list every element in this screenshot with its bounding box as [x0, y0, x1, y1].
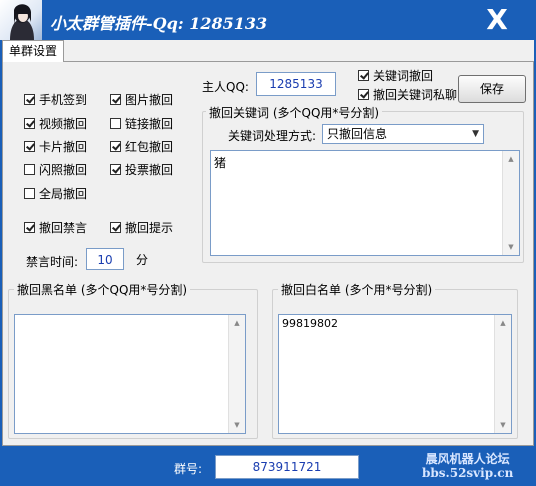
- keyword-group-title: 撤回关键词 (多个QQ用*号分割): [206, 104, 383, 121]
- chevron-down-icon[interactable]: ▼: [472, 125, 479, 143]
- checkbox-box[interactable]: [24, 94, 35, 105]
- keyword-scrollbar[interactable]: ▲ ▼: [502, 151, 519, 255]
- whitelist-group-title: 撤回白名单 (多个用*号分割): [278, 281, 436, 298]
- avatar-image: [10, 4, 34, 40]
- blacklist-textarea[interactable]: ▲ ▼: [14, 314, 246, 434]
- checkbox-box[interactable]: [358, 89, 369, 100]
- watermark: 晨风机器人论坛 bbs.52svip.cn: [422, 452, 513, 480]
- checkbox-flashphoto-recall[interactable]: 闪照撤回: [24, 161, 87, 178]
- keyword-method-value: 只撤回信息: [327, 127, 388, 141]
- whitelist-text: 99819802: [282, 317, 338, 330]
- checkbox-link-recall[interactable]: 链接撤回: [110, 115, 173, 132]
- scroll-down-icon[interactable]: ▼: [503, 239, 519, 255]
- checkbox-keyword-recall[interactable]: 关键词撤回: [358, 67, 433, 84]
- tab-single-group-settings[interactable]: 单群设置: [2, 40, 64, 62]
- checkbox-label: 撤回禁言: [39, 221, 88, 235]
- keyword-text: 猪: [214, 156, 227, 170]
- scroll-up-icon[interactable]: ▲: [495, 315, 511, 331]
- checkbox-label: 撤回关键词私聊: [373, 88, 458, 102]
- checkbox-box[interactable]: [24, 164, 35, 175]
- checkbox-box[interactable]: [24, 118, 35, 129]
- checkbox-label: 撤回提示: [125, 221, 174, 235]
- whitelist-scrollbar[interactable]: ▲ ▼: [494, 315, 511, 433]
- keyword-method-label: 关键词处理方式:: [228, 129, 317, 143]
- checkbox-image-recall[interactable]: 图片撤回: [110, 91, 173, 108]
- checkbox-global-recall[interactable]: 全局撤回: [24, 185, 87, 202]
- checkbox-box[interactable]: [110, 141, 121, 152]
- checkbox-label: 红包撤回: [125, 140, 174, 154]
- close-button[interactable]: X: [482, 3, 512, 37]
- checkbox-label: 闪照撤回: [39, 163, 88, 177]
- keyword-method-select[interactable]: 只撤回信息 ▼: [322, 124, 484, 144]
- watermark-line1: 晨风机器人论坛: [425, 452, 510, 466]
- blacklist-scrollbar[interactable]: ▲ ▼: [228, 315, 245, 433]
- checkbox-label: 图片撤回: [125, 93, 174, 107]
- scroll-down-icon[interactable]: ▼: [495, 417, 511, 433]
- checkbox-label: 链接撤回: [125, 117, 174, 131]
- checkbox-card-recall[interactable]: 卡片撤回: [24, 138, 87, 155]
- checkbox-video-recall[interactable]: 视频撤回: [24, 115, 87, 132]
- checkbox-keyword-private[interactable]: 撤回关键词私聊: [358, 86, 457, 103]
- checkbox-label: 投票撤回: [125, 163, 174, 177]
- checkbox-box[interactable]: [24, 141, 35, 152]
- checkbox-box[interactable]: [110, 118, 121, 129]
- whitelist-textarea[interactable]: 99819802 ▲ ▼: [278, 314, 512, 434]
- scroll-up-icon[interactable]: ▲: [229, 315, 245, 331]
- owner-qq-input[interactable]: 1285133: [256, 72, 336, 96]
- checkbox-box[interactable]: [110, 94, 121, 105]
- group-number-label: 群号:: [174, 462, 203, 476]
- checkbox-box[interactable]: [24, 222, 35, 233]
- save-button[interactable]: 保存: [458, 75, 526, 103]
- avatar: [0, 0, 42, 40]
- window-title: 小太群管插件-Qq: 1285133: [50, 14, 268, 33]
- checkbox-box[interactable]: [24, 188, 35, 199]
- scroll-down-icon[interactable]: ▼: [229, 417, 245, 433]
- checkbox-box[interactable]: [110, 164, 121, 175]
- checkbox-redpacket-recall[interactable]: 红包撤回: [110, 138, 173, 155]
- checkbox-vote-recall[interactable]: 投票撤回: [110, 161, 173, 178]
- blacklist-group-title: 撤回黑名单 (多个QQ用*号分割): [14, 281, 191, 298]
- owner-qq-label: 主人QQ:: [202, 80, 249, 94]
- checkbox-label: 卡片撤回: [39, 140, 88, 154]
- checkbox-recall-notice[interactable]: 撤回提示: [110, 219, 173, 236]
- mute-time-unit: 分: [136, 253, 149, 267]
- checkbox-phone-signin[interactable]: 手机签到: [24, 91, 87, 108]
- checkbox-recall-mute[interactable]: 撤回禁言: [24, 219, 87, 236]
- mute-time-label: 禁言时间:: [26, 255, 79, 269]
- scroll-up-icon[interactable]: ▲: [503, 151, 519, 167]
- checkbox-box[interactable]: [358, 70, 369, 81]
- mute-time-input[interactable]: 10: [86, 248, 124, 270]
- keyword-textarea[interactable]: 猪 ▲ ▼: [210, 150, 520, 256]
- watermark-line2: bbs.52svip.cn: [422, 466, 514, 480]
- group-number-input[interactable]: 873911721: [215, 455, 359, 479]
- checkbox-label: 视频撤回: [39, 117, 88, 131]
- checkbox-label: 关键词撤回: [373, 69, 434, 83]
- checkbox-label: 全局撤回: [39, 187, 88, 201]
- checkbox-label: 手机签到: [39, 93, 88, 107]
- checkbox-box[interactable]: [110, 222, 121, 233]
